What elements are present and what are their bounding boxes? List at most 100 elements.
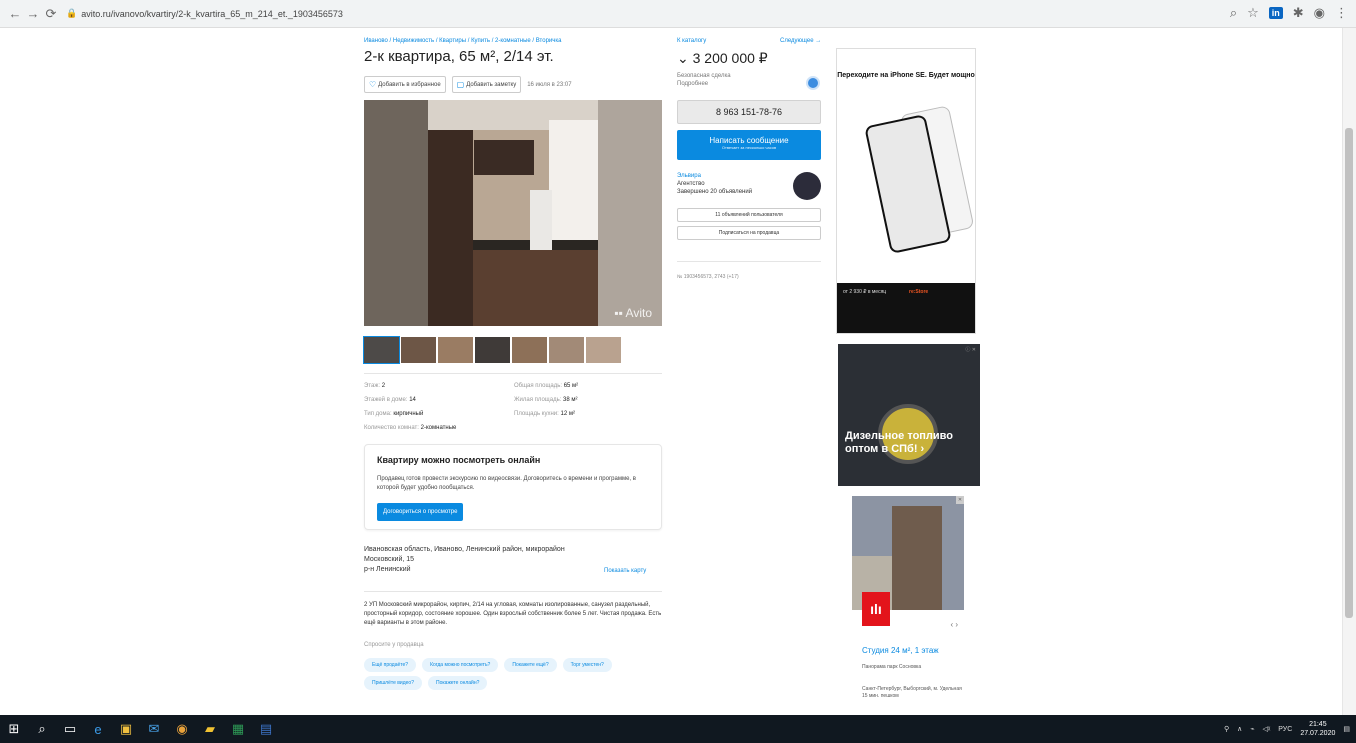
- mail-icon[interactable]: ✉: [140, 715, 168, 743]
- param-floor: Этаж: 2: [364, 383, 386, 389]
- extensions-icon[interactable]: ✱: [1293, 5, 1304, 21]
- photo-thumbnails: [363, 336, 621, 364]
- thumbnail[interactable]: [549, 337, 584, 363]
- add-favorite-button[interactable]: ♡ Добавить в избранное: [364, 76, 446, 93]
- seller-listings-button[interactable]: 11 объявлений пользователя: [677, 208, 821, 222]
- clock-time: 21:45: [1309, 721, 1327, 728]
- edge-icon[interactable]: e: [84, 715, 112, 743]
- question-chip[interactable]: Покажете ещё?: [504, 658, 557, 672]
- question-chip[interactable]: Ещё продаёте?: [364, 658, 417, 672]
- question-chip[interactable]: Пришлёте видео?: [364, 676, 422, 690]
- file-explorer-icon[interactable]: ▰: [196, 715, 224, 743]
- add-favorite-label: Добавить в избранное: [378, 81, 441, 88]
- question-chip[interactable]: Когда можно посмотреть?: [422, 658, 499, 672]
- clock-date: 27.07.2020: [1300, 730, 1336, 737]
- subscribe-seller-button[interactable]: Подписаться на продавца: [677, 226, 821, 240]
- ad-close-icon[interactable]: ✕: [956, 496, 964, 504]
- chrome-icon[interactable]: ◉: [168, 715, 196, 743]
- param-total-area: Общая площадь: 65 м²: [514, 383, 579, 389]
- price: ⌄ 3 200 000 ₽: [677, 50, 768, 66]
- show-map-link[interactable]: Показать карту: [604, 568, 646, 574]
- seller-type: Агентство: [677, 181, 705, 187]
- ad-realty-address: Санкт-Петербург, Выборгский, м. Удельная…: [862, 686, 962, 699]
- star-icon[interactable]: ☆: [1247, 5, 1259, 21]
- ad-iphone-title: Переходите на iPhone SE. Будет мощно.: [837, 72, 976, 79]
- ad-diesel-banner[interactable]: Дизельное топливо оптом в СПб! › ⓘ ✕: [838, 344, 980, 486]
- ad-iphone-brand: re:Store: [909, 289, 929, 295]
- write-message-sublabel: Отвечает за несколько часов: [721, 145, 777, 150]
- thumbnail[interactable]: [586, 337, 621, 363]
- delivery-badge-icon: [806, 76, 820, 90]
- ad-iphone-footer: от 2 930 ₽ в месяц re:Store: [837, 283, 975, 333]
- back-icon[interactable]: ←: [6, 6, 24, 21]
- add-note-button[interactable]: ▢ Добавить заметку: [451, 76, 522, 93]
- ask-seller-label: Спросите у продавца: [364, 642, 424, 648]
- scrollbar-thumb[interactable]: [1345, 128, 1353, 618]
- zoom-icon[interactable]: ⌕: [1230, 5, 1237, 21]
- online-viewing-title: Квартиру можно посмотреть онлайн: [377, 455, 541, 465]
- thumbnail[interactable]: [363, 336, 400, 364]
- seller-completed: Завершено 20 объявлений: [677, 189, 753, 195]
- forward-icon[interactable]: →: [24, 6, 42, 21]
- question-chip[interactable]: Покажете онлайн?: [428, 676, 488, 690]
- thumbnail[interactable]: [401, 337, 436, 363]
- avito-watermark: ▪▪ Avito: [614, 306, 652, 320]
- divider: [364, 591, 662, 592]
- excel-icon[interactable]: ▦: [224, 715, 252, 743]
- next-listing-link[interactable]: Следующее →: [780, 38, 821, 44]
- listing-actions: ♡ Добавить в избранное ▢ Добавить заметк…: [364, 76, 572, 93]
- thumbnail[interactable]: [438, 337, 473, 363]
- windows-start-icon[interactable]: ⊞: [0, 715, 28, 743]
- note-icon: ▢: [456, 80, 465, 89]
- ad-carousel-arrows[interactable]: ‹ ›: [950, 620, 958, 629]
- menu-icon[interactable]: ⋮: [1335, 5, 1348, 21]
- back-to-catalog-link[interactable]: К каталогу: [677, 38, 706, 44]
- profile-icon[interactable]: ◉: [1314, 5, 1325, 21]
- question-chip[interactable]: Торг уместен?: [562, 658, 612, 672]
- store-icon[interactable]: ▣: [112, 715, 140, 743]
- param-kitchen-area: Площадь кухни: 12 м²: [514, 411, 575, 417]
- url-text: avito.ru/ivanovo/kvartiry/2-k_kvartira_6…: [81, 8, 343, 19]
- thumbnail[interactable]: [475, 337, 510, 363]
- heart-icon: ♡: [369, 80, 377, 89]
- listing-description: 2 УП Московский микрорайон, кирпич, 2/14…: [364, 602, 662, 626]
- ad-iphone-price: от 2 930 ₽ в месяц: [843, 289, 887, 295]
- write-message-button[interactable]: Написать сообщение Отвечает за несколько…: [677, 130, 821, 160]
- divider: [364, 373, 662, 374]
- seller-avatar[interactable]: [793, 172, 821, 200]
- arrange-viewing-button[interactable]: Договориться о просмотре: [377, 503, 464, 521]
- task-view-icon[interactable]: ▭: [56, 715, 84, 743]
- network-icon[interactable]: ⌁: [1250, 725, 1254, 733]
- page-scrollbar[interactable]: [1342, 28, 1356, 715]
- volume-icon[interactable]: ◁ᵡ: [1263, 725, 1271, 733]
- safe-deal-link[interactable]: Подробнее: [677, 80, 731, 88]
- browser-toolbar: ← → ⟳ 🔒 avito.ru/ivanovo/kvartiry/2-k_kv…: [0, 0, 1356, 28]
- input-language[interactable]: РУС: [1278, 726, 1292, 733]
- address-bar[interactable]: 🔒 avito.ru/ivanovo/kvartiry/2-k_kvartira…: [66, 8, 343, 19]
- linkedin-extension-icon[interactable]: in: [1268, 7, 1283, 19]
- online-viewing-box: Квартиру можно посмотреть онлайн Продаве…: [364, 444, 662, 530]
- clock[interactable]: 21:45 27.07.2020: [1300, 720, 1335, 738]
- lock-icon: 🔒: [66, 8, 78, 18]
- notifications-icon[interactable]: ▤: [1343, 725, 1350, 733]
- show-phone-button[interactable]: 8 963 151-78-76: [677, 100, 821, 124]
- thumbnail[interactable]: [512, 337, 547, 363]
- param-floors: Этажей в доме: 14: [364, 397, 416, 403]
- param-living-area: Жилая площадь: 38 м²: [514, 397, 578, 403]
- ad-info-icon[interactable]: ⓘ ✕: [965, 346, 976, 353]
- seller-name[interactable]: Эльвира: [677, 172, 752, 180]
- tray-expand-icon[interactable]: ∧: [1237, 725, 1242, 733]
- write-message-label: Написать сообщение: [709, 136, 789, 145]
- ad-iphone-banner[interactable]: Переходите на iPhone SE. Будет мощно. от…: [836, 48, 976, 334]
- search-icon[interactable]: ⌕: [28, 715, 56, 743]
- main-photo[interactable]: ▪▪ Avito: [364, 100, 662, 326]
- windows-taskbar: ⊞ ⌕ ▭ e ▣ ✉ ◉ ▰ ▦ ▤ ⚲ ∧ ⌁ ◁ᵡ РУС 21:45 2…: [0, 715, 1356, 743]
- page-title: 2-к квартира, 65 м², 2/14 эт.: [364, 48, 554, 65]
- ad-developer-logo: ılı: [862, 592, 890, 626]
- ad-realty-subtitle: Панорама парк Сосновка: [862, 664, 922, 670]
- people-icon[interactable]: ⚲: [1224, 725, 1229, 733]
- breadcrumb[interactable]: Иваново / Недвижимость / Квартиры / Купи…: [364, 38, 561, 44]
- ad-realty-banner[interactable]: ılı ‹ › Студия 24 м², 1 этаж Панорама па…: [852, 496, 964, 715]
- word-icon[interactable]: ▤: [252, 715, 280, 743]
- reload-icon[interactable]: ⟳: [42, 6, 60, 22]
